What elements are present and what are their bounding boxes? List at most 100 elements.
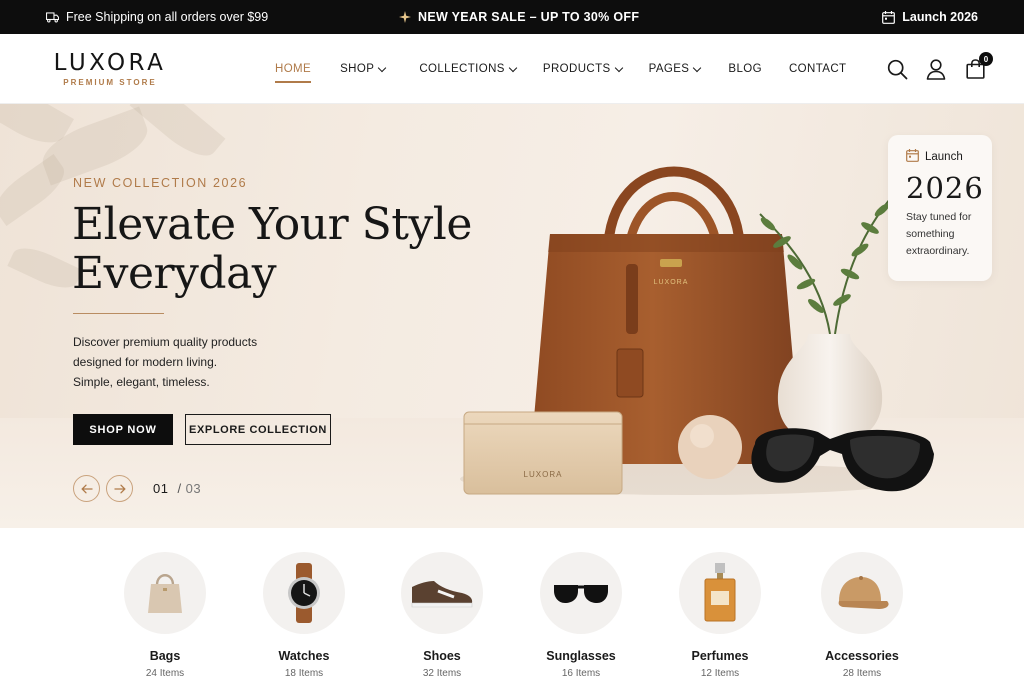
accent-divider bbox=[73, 313, 164, 314]
launch-notice: Launch 2026 bbox=[882, 0, 978, 34]
slide-current: 01 bbox=[153, 481, 169, 496]
category-count: 32 Items bbox=[422, 668, 462, 679]
category-image bbox=[821, 552, 903, 634]
main-nav: HOME SHOP COLLECTIONS PRODUCTS PAGES BLO… bbox=[275, 34, 846, 104]
sale-text: NEW YEAR SALE – UP TO 30% OFF bbox=[418, 10, 640, 24]
prev-slide-button[interactable] bbox=[73, 475, 100, 502]
handbag-brand: LUXORA bbox=[654, 279, 689, 286]
category-image bbox=[124, 552, 206, 634]
launch-text-line: something bbox=[906, 228, 955, 240]
category-image bbox=[540, 552, 622, 634]
chevron-down-icon bbox=[378, 63, 387, 72]
category-name: Shoes bbox=[423, 649, 461, 663]
category-shoes[interactable]: Shoes 32 Items bbox=[382, 552, 502, 679]
hero-banner: NEW COLLECTION 2026 Elevate Your Style E… bbox=[0, 104, 1024, 528]
slide-total: 03 bbox=[185, 481, 202, 496]
shipping-notice: Free Shipping on all orders over $99 bbox=[46, 0, 268, 34]
nav-label: PRODUCTS bbox=[542, 63, 611, 75]
nav-collections[interactable]: COLLECTIONS bbox=[419, 34, 518, 104]
truck-icon bbox=[46, 11, 59, 24]
category-image bbox=[263, 552, 345, 634]
desc-line-2: designed for modern living. bbox=[73, 355, 218, 369]
headline-line-2: Everyday bbox=[72, 248, 277, 299]
launch-text-line: Stay tuned for bbox=[906, 211, 972, 223]
nav-products[interactable]: PRODUCTS bbox=[542, 34, 623, 104]
launch-card-header: Launch bbox=[906, 149, 974, 165]
launch-card-label: Launch bbox=[925, 151, 963, 163]
slide-separator: / bbox=[177, 481, 182, 496]
category-strip: Bags 24 Items Watches 18 Items Shoes 32 … bbox=[0, 528, 1024, 683]
chevron-down-icon bbox=[508, 63, 518, 72]
watch-icon bbox=[288, 563, 320, 623]
nav-contact[interactable]: CONTACT bbox=[789, 34, 847, 104]
category-count: 18 Items bbox=[284, 668, 324, 679]
nav-label: HOME bbox=[275, 63, 312, 75]
search-icon[interactable] bbox=[886, 58, 908, 80]
nav-label: BLOG bbox=[728, 63, 762, 75]
perfume-icon bbox=[704, 563, 736, 622]
bag-icon bbox=[148, 574, 182, 613]
nav-blog[interactable]: BLOG bbox=[728, 34, 762, 104]
category-watches[interactable]: Watches 18 Items bbox=[244, 552, 364, 679]
chevron-down-icon bbox=[614, 63, 623, 72]
category-name: Sunglasses bbox=[546, 649, 616, 663]
header-actions: 0 bbox=[886, 34, 993, 104]
chevron-down-icon bbox=[693, 63, 702, 72]
logo-tagline: PREMIUM STORE bbox=[63, 78, 157, 87]
category-count: 12 Items bbox=[700, 668, 740, 679]
nav-label: CONTACT bbox=[788, 63, 847, 75]
launch-card-text: Stay tuned for something extraordinary. bbox=[906, 209, 974, 260]
launch-card-year: 2026 bbox=[906, 171, 984, 205]
desc-line-1: Discover premium quality products bbox=[73, 335, 258, 349]
category-sunglasses[interactable]: Sunglasses 16 Items bbox=[521, 552, 641, 679]
launch-text-line: extraordinary. bbox=[906, 245, 970, 257]
desc-line-3: Simple, elegant, timeless. bbox=[73, 375, 210, 389]
hero-headline: Elevate Your Style Everyday bbox=[72, 200, 472, 298]
sunglasses-icon bbox=[554, 585, 608, 603]
nav-label: PAGES bbox=[648, 63, 690, 75]
nav-shop[interactable]: SHOP bbox=[340, 34, 387, 104]
shoe-icon bbox=[411, 581, 473, 608]
launch-card[interactable]: Launch 2026 Stay tuned for something ext… bbox=[888, 135, 992, 281]
slide-counter: 01 /03 bbox=[153, 481, 201, 496]
category-name: Watches bbox=[278, 649, 330, 663]
shop-now-button[interactable]: SHOP NOW bbox=[73, 414, 173, 445]
category-perfumes[interactable]: Perfumes 12 Items bbox=[660, 552, 780, 679]
hero-eyebrow: NEW COLLECTION 2026 bbox=[73, 176, 248, 190]
shopping-bag-icon[interactable]: 0 bbox=[964, 52, 993, 80]
category-name: Bags bbox=[149, 649, 181, 663]
nav-label: COLLECTIONS bbox=[419, 63, 505, 75]
logo-name: LUXORA bbox=[53, 50, 167, 76]
next-slide-button[interactable] bbox=[106, 475, 133, 502]
user-icon[interactable] bbox=[925, 58, 947, 80]
hero-product-image: LUXORA LUXORA bbox=[460, 166, 934, 495]
arrow-left-icon bbox=[80, 484, 93, 493]
category-image bbox=[679, 552, 761, 634]
cap-icon bbox=[838, 576, 889, 609]
nav-label: SHOP bbox=[340, 63, 375, 75]
calendar-icon bbox=[906, 149, 919, 165]
launch-text: Launch 2026 bbox=[902, 10, 978, 24]
hero-description: Discover premium quality products design… bbox=[73, 332, 257, 392]
leaf-shadow bbox=[0, 153, 72, 227]
category-count: 24 Items bbox=[145, 668, 185, 679]
category-name: Perfumes bbox=[691, 649, 749, 663]
site-header: LUXORA PREMIUM STORE HOME SHOP COLLECTIO… bbox=[0, 34, 1024, 104]
sale-notice[interactable]: NEW YEAR SALE – UP TO 30% OFF bbox=[398, 0, 639, 34]
wallet-brand: LUXORA bbox=[524, 470, 563, 479]
nav-pages[interactable]: PAGES bbox=[648, 34, 702, 104]
category-name: Accessories bbox=[825, 649, 899, 663]
explore-collection-button[interactable]: EXPLORE COLLECTION bbox=[185, 414, 331, 445]
category-image bbox=[401, 552, 483, 634]
nav-home[interactable]: HOME bbox=[275, 34, 312, 104]
category-accessories[interactable]: Accessories 28 Items bbox=[802, 552, 922, 679]
sparkle-icon bbox=[398, 11, 411, 24]
calendar-icon bbox=[882, 10, 896, 24]
announcement-bar: Free Shipping on all orders over $99 NEW… bbox=[0, 0, 1024, 34]
logo[interactable]: LUXORA PREMIUM STORE bbox=[48, 50, 172, 87]
category-bags[interactable]: Bags 24 Items bbox=[105, 552, 225, 679]
headline-line-1: Elevate Your Style bbox=[72, 199, 472, 250]
arrow-right-icon bbox=[113, 484, 126, 493]
category-count: 16 Items bbox=[561, 668, 601, 679]
category-count: 28 Items bbox=[842, 668, 882, 679]
